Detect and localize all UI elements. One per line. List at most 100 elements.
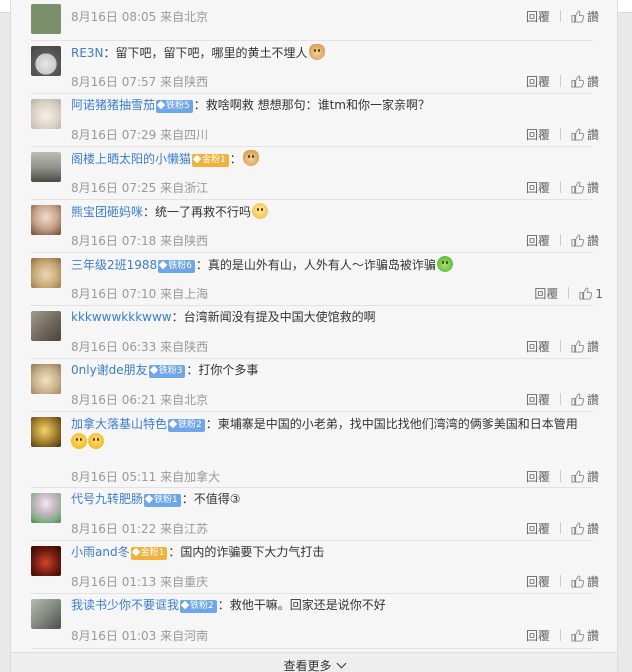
avatar[interactable]	[31, 152, 61, 182]
comment-actions: 回覆 讚	[526, 627, 599, 644]
comment-meta: 8月16日 07:10 来自上海	[71, 287, 209, 301]
thumbs-up-icon	[571, 340, 584, 353]
comment-item: RE3N：留下吧，留下吧，哪里的黄土不埋人 8月16日 07:57 来自陕西 回…	[31, 40, 599, 94]
thumbs-up-icon	[579, 287, 593, 300]
avatar[interactable]	[31, 4, 61, 34]
comment-text-line: kkkwwwkkkwww：台湾新闻没有提及中国大使馆救的啊	[71, 309, 593, 325]
username-link[interactable]: RE3N	[71, 46, 104, 60]
comment-text-line: 阁楼上晒太阳的小懒猫 金粉1：	[71, 150, 593, 167]
doge-emoji-icon	[308, 44, 325, 60]
comment-actions: 回覆 讚	[526, 179, 599, 196]
like-button[interactable]: 讚	[571, 573, 599, 590]
fan-badge: 铁粉5	[156, 100, 193, 113]
comment-meta: 8月16日 07:25 来自浙江	[71, 181, 209, 195]
comment-item: 三年级2班1988 铁粉6 ：真的是山外有山，人外有人～诈骗岛被诈骗 8月16日 0…	[31, 252, 603, 306]
comment-text-line: 我读书少你不要诓我 铁粉2 ：救他干嘛。回家还是说你不好	[71, 597, 593, 613]
comment-text-line: 加拿大落基山特色 铁粉2 ：柬埔寨是中国的小老弟，找中国比找他们湾湾的俩爹美国和日本…	[71, 415, 593, 451]
username-link[interactable]: 阿诺猪猪抽雪茄	[71, 98, 155, 112]
like-button[interactable]: 讚	[571, 391, 599, 408]
comment-meta: 8月16日 06:21 来自北京	[71, 393, 209, 407]
avatar[interactable]	[31, 258, 61, 288]
reply-button[interactable]: 回覆	[526, 468, 550, 485]
like-button[interactable]: 讚	[571, 8, 599, 25]
reply-button[interactable]: 回覆	[526, 573, 550, 590]
load-more-button[interactable]: 查看更多	[11, 652, 617, 672]
comment-text: ：真的是山外有山，人外有人～诈骗岛被诈骗	[195, 258, 436, 272]
avatar[interactable]	[31, 546, 61, 576]
comment-actions: 回覆 1	[534, 285, 603, 302]
comment-text: ：留下吧，留下吧，哪里的黄土不埋人	[103, 46, 308, 60]
thumbs-up-icon	[571, 75, 584, 88]
reply-button[interactable]: 回覆	[526, 8, 550, 25]
avatar[interactable]	[31, 99, 61, 129]
like-button[interactable]: 讚	[571, 73, 599, 90]
comment-text-line: 小雨and冬 金粉1 ：国内的诈骗要下大力气打击	[71, 544, 593, 560]
comment-meta: 8月16日 07:29 来自四川	[71, 128, 209, 142]
comment-item: 代号九转肥肠 铁粉1 ：不值得③ 8月16日 01:22 来自江苏 回覆 讚	[31, 487, 599, 541]
comment-item: 阿诺猪猪抽雪茄 铁粉5 ：救啥啊救 想想那句：谁tm和你一家亲啊？ 8月16日 07…	[31, 93, 599, 147]
comment-meta: 8月16日 08:05 来自北京	[71, 10, 209, 24]
reply-button[interactable]: 回覆	[526, 73, 550, 90]
reply-button[interactable]: 回覆	[526, 391, 550, 408]
avatar[interactable]	[31, 599, 61, 629]
comment-item: 熊宝团砸妈咪：统一了再救不行吗 8月16日 07:18 来自陕西 回覆 讚	[31, 199, 599, 253]
comment-meta: 8月16日 01:13 来自重庆	[71, 575, 209, 589]
username-link[interactable]: 小雨and冬	[71, 545, 130, 559]
like-button[interactable]: 讚	[571, 520, 599, 537]
comment-meta: 8月16日 07:57 来自陕西	[71, 75, 209, 89]
reply-button[interactable]: 回覆	[526, 126, 550, 143]
username-link[interactable]: 代号九转肥肠	[71, 492, 143, 506]
like-button[interactable]: 讚	[571, 179, 599, 196]
like-count: 1	[595, 287, 603, 301]
reply-button[interactable]: 回覆	[526, 627, 550, 644]
username-link[interactable]: 加拿大落基山特色	[71, 417, 167, 431]
laugh-emoji-icon	[71, 433, 87, 449]
avatar[interactable]	[31, 493, 61, 523]
chevron-down-icon	[336, 658, 346, 669]
username-link[interactable]: 熊宝团砸妈咪	[71, 205, 143, 219]
like-button[interactable]: 讚	[571, 468, 599, 485]
comment-actions: 回覆 讚	[526, 391, 599, 408]
avatar[interactable]	[31, 364, 61, 394]
comment-text-line: RE3N：留下吧，留下吧，哪里的黄土不埋人	[71, 44, 593, 61]
reply-button[interactable]: 回覆	[526, 232, 550, 249]
like-button[interactable]: 讚	[571, 338, 599, 355]
thumbs-up-icon	[571, 10, 584, 23]
avatar[interactable]	[31, 46, 61, 76]
like-button[interactable]: 讚	[571, 232, 599, 249]
thumbs-up-icon	[571, 522, 584, 535]
username-link[interactable]: kkkwwwkkkwww	[71, 310, 172, 324]
avatar[interactable]	[31, 205, 61, 235]
username-link[interactable]: 阁楼上晒太阳的小懒猫	[71, 152, 191, 166]
avatar[interactable]	[31, 417, 61, 447]
like-button[interactable]: 讚	[571, 627, 599, 644]
comment-text: ：打你个多事	[186, 363, 259, 377]
fan-badge: 铁粉2	[180, 600, 217, 613]
username-link[interactable]: 三年级2班1988	[71, 258, 157, 272]
thumbs-up-icon	[571, 470, 584, 483]
reply-button[interactable]: 回覆	[526, 520, 550, 537]
comment-text: ：不值得③	[181, 492, 241, 506]
thumbs-up-icon	[571, 181, 584, 194]
comment-item: 我读书少你不要诓我 铁粉2 ：救他干嘛。回家还是说你不好 8月16日 01:03 来…	[31, 593, 599, 649]
fan-badge: 铁粉1	[144, 494, 181, 507]
comment-item: 小雨and冬 金粉1 ：国内的诈骗要下大力气打击 8月16日 01:13 来自重庆 …	[31, 540, 599, 594]
comment-text: ：	[229, 152, 242, 166]
comment-actions: 回覆 讚	[526, 468, 599, 485]
comment-text: ：台湾新闻没有提及中国大使馆救的啊	[171, 310, 376, 324]
username-link[interactable]: 我读书少你不要诓我	[71, 598, 179, 612]
comment-item: 阁楼上晒太阳的小懒猫 金粉1： 8月16日 07:25 来自浙江 回覆 讚	[31, 146, 599, 200]
avatar[interactable]	[31, 311, 61, 341]
comment-panel: 8月16日 08:05 来自北京 回覆讚 RE3N：留下吧，留下吧，哪里的黄土不…	[10, 0, 618, 672]
username-link[interactable]: 0nly谢de朋友	[71, 363, 148, 377]
reply-button[interactable]: 回覆	[534, 285, 558, 302]
comment-item: 8月16日 08:05 来自北京 回覆 讚	[31, 0, 599, 41]
fan-badge: 铁粉6	[158, 260, 195, 273]
comment-item: 0nly谢de朋友 铁粉3 ：打你个多事 8月16日 06:21 来自北京 回覆 讚	[31, 358, 599, 412]
comment-meta: 8月16日 07:18 来自陕西	[71, 234, 209, 248]
reply-button[interactable]: 回覆	[526, 179, 550, 196]
reply-button[interactable]: 回覆	[526, 338, 550, 355]
like-button[interactable]: 讚	[571, 126, 599, 143]
comment-text: ：国内的诈骗要下大力气打击	[168, 545, 325, 559]
like-button[interactable]: 1	[579, 287, 603, 301]
